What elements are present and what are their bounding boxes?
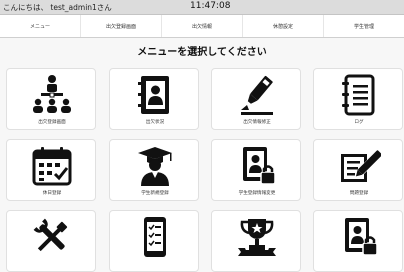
tile-student-info-locked[interactable] xyxy=(313,210,403,272)
greeting-text: こんにちは、 test_admin1さん xyxy=(3,3,112,12)
tile-log[interactable]: ログ xyxy=(313,68,403,130)
calendar-check-icon xyxy=(7,142,97,189)
tile-attendance-status[interactable]: 出欠状況 xyxy=(109,68,199,130)
clock: 11:47:08 xyxy=(190,1,231,11)
nav-item-break-settings[interactable]: 休憩設定 xyxy=(243,15,324,37)
tile-label: 出欠情報修正 xyxy=(243,120,271,125)
contact-book-icon xyxy=(110,71,200,118)
tools-icon xyxy=(7,213,97,260)
tile-ranking[interactable] xyxy=(211,210,301,272)
nav-bar: メニュー 出欠登録画面 出欠情報 休憩設定 学生管理 xyxy=(0,15,404,38)
tile-label: 休日登録 xyxy=(42,191,62,196)
nav-item-attendance-info[interactable]: 出欠情報 xyxy=(162,15,243,37)
tile-label: 学生新規登録 xyxy=(141,191,169,196)
locked-user-book-icon xyxy=(314,213,404,260)
trophy-icon xyxy=(212,213,302,260)
tile-settings-tools[interactable] xyxy=(6,210,96,272)
tile-student-new-registration[interactable]: 学生新規登録 xyxy=(109,139,199,201)
nav-item-attendance-registration[interactable]: 出欠登録画面 xyxy=(81,15,162,37)
tile-question-registration[interactable]: 問題登録 xyxy=(313,139,403,201)
highlighter-icon xyxy=(212,71,302,118)
tile-label: ログ xyxy=(354,120,364,125)
top-bar: こんにちは、 test_admin1さん 11:47:08 xyxy=(0,0,404,15)
nav-item-menu[interactable]: メニュー xyxy=(0,15,81,37)
tile-attendance-correction[interactable]: 出欠情報修正 xyxy=(211,68,301,130)
notebook-icon xyxy=(314,71,404,118)
tile-holiday-registration[interactable]: 休日登録 xyxy=(6,139,96,201)
tile-label: 学生登録情報変更 xyxy=(238,191,276,196)
graduate-icon xyxy=(110,142,200,189)
edit-document-icon xyxy=(314,142,404,189)
phone-checklist-icon xyxy=(110,213,200,260)
tile-mobile-checklist[interactable] xyxy=(109,210,199,272)
tile-attendance-registration[interactable]: 出欠登録画面 xyxy=(6,68,96,130)
tile-label: 問題登録 xyxy=(349,191,369,196)
tile-label: 出欠登録画面 xyxy=(38,120,66,125)
locked-contact-icon xyxy=(212,142,302,189)
nav-item-student-management[interactable]: 学生管理 xyxy=(324,15,404,37)
tile-student-info-change[interactable]: 学生登録情報変更 xyxy=(211,139,301,201)
meeting-icon xyxy=(7,71,97,118)
page-title: メニューを選択してください xyxy=(137,47,267,58)
tile-label: 出欠状況 xyxy=(145,120,165,125)
